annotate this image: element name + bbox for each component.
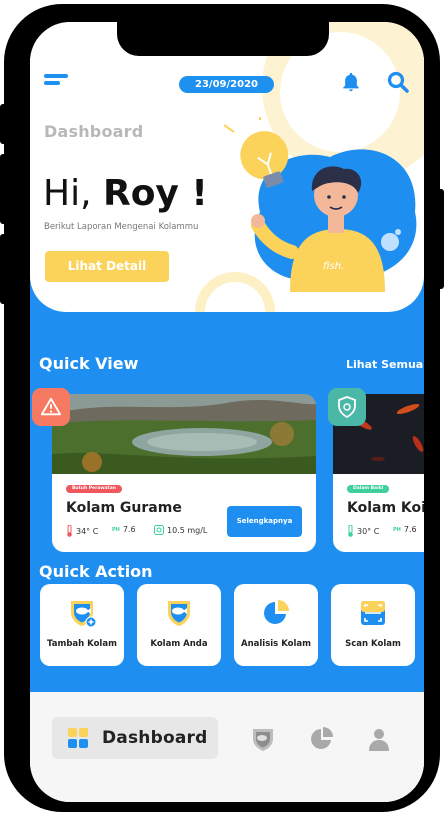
scan-icon [361,601,385,625]
power-button [436,189,444,289]
user-icon[interactable] [366,726,392,752]
temperature-metric: 34° C [66,525,98,537]
search-icon[interactable] [386,70,410,94]
thermometer-icon [67,525,72,537]
nav-dashboard[interactable]: Dashboard [52,717,218,759]
pond-card-gurame[interactable]: Butuh Perawatan Kolam Gurame 34° C PH 7.… [52,394,316,552]
action-label: Analisis Kolam [241,639,311,649]
dashboard-icon [68,728,88,748]
pond-name: Kolam Gurame [66,500,182,516]
quick-action-title: Quick Action [39,562,153,581]
dashboard-header: 23/09/2020 Dashboard Hi, Roy ! Berikut L… [30,22,424,312]
oxygen-icon [154,525,164,535]
ph-metric: PH 7.6 [393,525,417,534]
quick-view-title: Quick View [39,354,139,373]
nav-dashboard-label: Dashboard [102,728,208,748]
menu-icon[interactable] [44,74,70,92]
date-badge: 23/09/2020 [179,76,274,93]
add-pond-action[interactable]: Tambah Kolam [40,584,124,666]
see-all-link[interactable]: Lihat Semua [346,358,423,371]
volume-button [0,234,10,304]
bell-icon[interactable] [340,70,362,94]
phone-frame: 23/09/2020 Dashboard Hi, Roy ! Berikut L… [0,4,444,812]
fish-shield-icon [168,601,190,626]
section-label: Dashboard [44,122,144,141]
illustration-text: fish. [323,261,344,272]
greeting: Hi, Roy ! [43,173,208,214]
view-detail-button[interactable]: Lihat Detail [45,251,169,282]
status-badge: Butuh Perawatan [66,485,122,493]
pie-chart-icon [264,600,289,624]
oxygen-metric: 10.5 mg/L [154,525,207,535]
person-lightbulb-illustration: fish. [223,117,417,292]
action-label: Tambah Kolam [47,639,117,649]
action-label: Scan Kolam [345,639,401,649]
scan-pond-action[interactable]: Scan Kolam [331,584,415,666]
fish-shield-icon[interactable] [250,726,276,752]
bottom-navigation: Dashboard [30,692,424,802]
pie-chart-icon[interactable] [309,726,335,752]
action-label: Kolam Anda [150,639,208,649]
temperature-metric: 30° C [347,525,379,537]
alert-icon [32,388,70,426]
your-ponds-action[interactable]: Kolam Anda [137,584,221,666]
greeting-subtitle: Berikut Laporan Mengenai Kolammu [44,222,199,232]
volume-button [0,104,10,144]
volume-button [0,154,10,224]
status-badge: Dalam Baikl [347,485,390,493]
pond-photo [52,394,316,474]
shield-icon [328,388,366,426]
thermometer-icon [348,525,353,537]
more-detail-button[interactable]: Selengkapnya [227,506,302,537]
pond-name: Kolam Koi [347,500,424,516]
ph-icon: PH [393,526,401,533]
ph-metric: PH 7.6 [112,525,136,534]
analyze-pond-action[interactable]: Analisis Kolam [234,584,318,666]
app-screen: 23/09/2020 Dashboard Hi, Roy ! Berikut L… [30,22,424,802]
add-pond-icon [71,601,97,628]
ph-icon: PH [112,526,120,533]
phone-notch [117,22,329,56]
